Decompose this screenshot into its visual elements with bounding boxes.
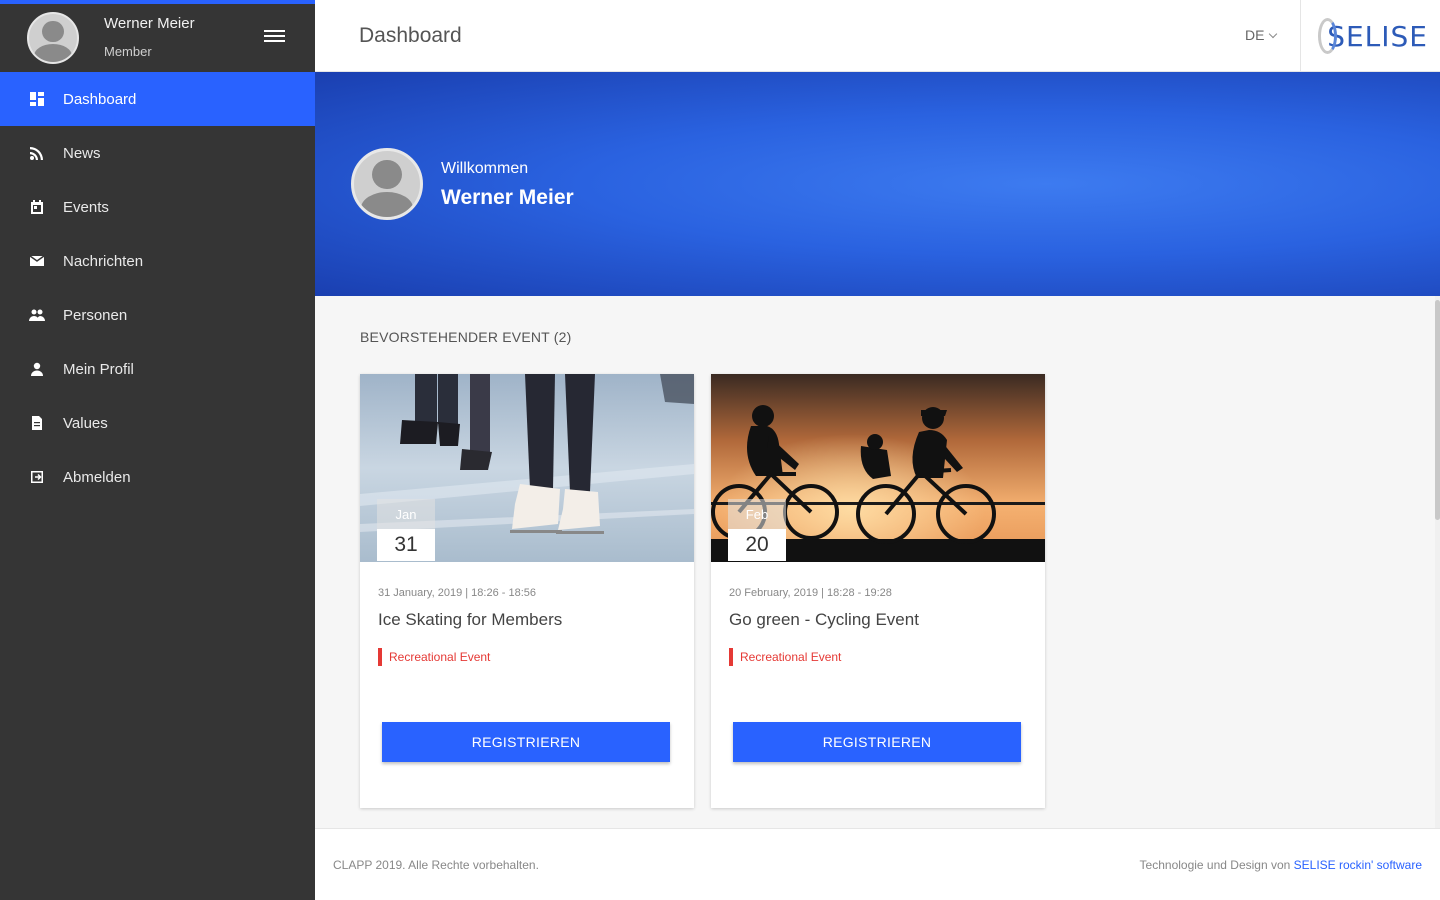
dashboard-icon [28,90,46,108]
hero-text: Willkommen Werner Meier [441,160,574,210]
avatar-head [372,160,402,190]
sidebar-item-label: Dashboard [63,90,137,108]
footer-credit: Technologie und Design von SELISE rockin… [1140,858,1422,872]
event-datetime: 31 January, 2019 | 18:26 - 18:56 [378,587,536,599]
footer-copyright: CLAPP 2019. Alle Rechte vorbehalten. [333,858,539,872]
sidebar-item-abmelden[interactable]: Abmelden [0,450,315,504]
document-icon [28,414,46,432]
avatar-body [33,43,73,62]
people-icon [28,306,46,324]
event-image-ice-skating[interactable]: Jan 31 [360,374,694,562]
event-image-cycling[interactable]: Feb 20 [711,374,1045,562]
user-name: Werner Meier [104,15,195,32]
person-icon [28,360,46,378]
hero-avatar [351,148,423,220]
event-category-tag: Recreational Event [729,648,841,666]
event-card: Feb 20 20 February, 2019 | 18:28 - 19:28… [711,374,1045,808]
calendar-icon [28,198,46,216]
sidebar-item-label: News [63,144,101,162]
logout-icon [28,468,46,486]
event-date-day: 20 [728,529,786,561]
menu-toggle-icon[interactable] [263,27,286,47]
selise-logo: SELISE [1318,10,1428,62]
user-role: Member [104,44,152,59]
event-category-tag: Recreational Event [378,648,490,666]
footer-credit-link[interactable]: SELISE rockin' software [1294,858,1422,872]
event-card: Jan 31 31 January, 2019 | 18:26 - 18:56 … [360,374,694,808]
event-date-month: Jan [377,499,435,529]
header-divider [1300,0,1301,72]
event-date-day: 31 [377,529,435,561]
section-title-events: BEVORSTEHENDER EVENT (2) [360,329,572,345]
main-content: BEVORSTEHENDER EVENT (2) Jan 31 31 Janua… [315,296,1435,828]
welcome-banner: Willkommen Werner Meier [315,72,1440,296]
sidebar-item-nachrichten[interactable]: Nachrichten [0,234,315,288]
hamburger-line [264,30,285,32]
welcome-greeting: Willkommen [441,160,529,177]
sidebar-item-label: Mein Profil [63,360,134,378]
message-icon [28,252,46,270]
scrollbar-thumb[interactable] [1435,300,1440,520]
event-title[interactable]: Go green - Cycling Event [729,610,919,630]
footer-credit-prefix: Technologie und Design von [1139,858,1294,872]
top-header: Dashboard DE SELISE [315,0,1440,72]
avatar-body [360,191,414,217]
sidebar-item-label: Events [63,198,109,216]
avatar-head [42,20,64,42]
event-date-badge: Feb 20 [728,499,786,561]
sidebar-item-label: Values [63,414,108,432]
event-title[interactable]: Ice Skating for Members [378,610,562,630]
sidebar-item-personen[interactable]: Personen [0,288,315,342]
register-button[interactable]: REGISTRIEREN [382,722,670,762]
hamburger-line [264,35,285,37]
event-date-month: Feb [728,499,786,529]
sidebar-item-label: Abmelden [63,468,131,486]
sidebar-item-dashboard[interactable]: Dashboard [0,72,315,126]
sidebar-nav: Dashboard News Events Nachrichten Person… [0,72,315,504]
sidebar-item-news[interactable]: News [0,126,315,180]
page-footer: CLAPP 2019. Alle Rechte vorbehalten. Tec… [315,828,1440,900]
user-avatar[interactable] [27,12,79,64]
logo-globe-icon [1318,18,1338,54]
welcome-name: Werner Meier [441,186,574,209]
rss-icon [28,144,46,162]
event-datetime: 20 February, 2019 | 18:28 - 19:28 [729,587,892,599]
hamburger-line [264,40,285,42]
language-value: DE [1245,27,1265,43]
sidebar-item-label: Nachrichten [63,252,144,270]
register-button[interactable]: REGISTRIEREN [733,722,1021,762]
logo-text: SELISE [1327,19,1428,53]
page-title: Dashboard [359,24,462,47]
sidebar-item-values[interactable]: Values [0,396,315,450]
sidebar-item-events[interactable]: Events [0,180,315,234]
sidebar-item-label: Personen [63,306,128,324]
sidebar: Werner Meier Member Dashboard News Event… [0,0,315,900]
sidebar-item-mein-profil[interactable]: Mein Profil [0,342,315,396]
language-selector[interactable]: DE [1245,27,1278,43]
chevron-down-icon [1269,29,1278,38]
user-text: Werner Meier Member [104,14,195,62]
event-date-badge: Jan 31 [377,499,435,561]
